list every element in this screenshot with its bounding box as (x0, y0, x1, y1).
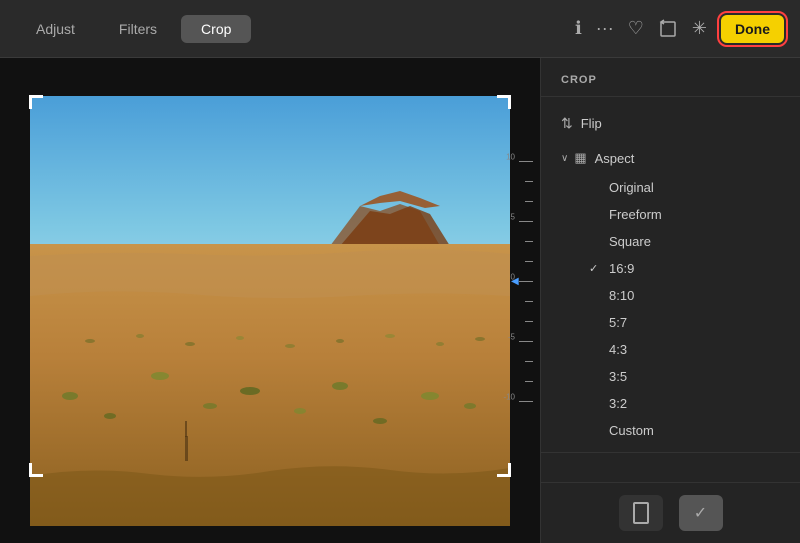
flip-label: Flip (581, 116, 602, 131)
aspect-4-3-label: 4:3 (609, 342, 627, 357)
image-canvas (30, 96, 510, 526)
tab-filters[interactable]: Filters (99, 15, 177, 43)
aspect-3-5-label: 3:5 (609, 369, 627, 384)
aspect-3-2-label: 3:2 (609, 396, 627, 411)
info-icon[interactable]: ℹ (575, 18, 582, 39)
ruler-tick: 5 (519, 221, 533, 222)
portrait-button[interactable] (619, 495, 663, 531)
aspect-label-text: Aspect (595, 151, 635, 166)
portrait-icon (633, 502, 649, 524)
ruler-label-10: 10 (506, 152, 515, 161)
aspect-option-3-2[interactable]: 3:2 (541, 390, 800, 417)
ruler-tick (525, 321, 533, 322)
done-button[interactable]: Done (721, 15, 784, 43)
crop-corner-tr[interactable] (497, 95, 511, 109)
ruler-label-n10: -10 (503, 392, 515, 401)
ruler-tick: 10 (519, 161, 533, 162)
heart-icon[interactable]: ♡ (628, 18, 644, 39)
ruler-label-5: 5 (511, 212, 515, 221)
toolbar-actions: ℹ ··· ♡ ✳ Done (575, 15, 784, 43)
ruler-tick (525, 361, 533, 362)
aspect-option-custom[interactable]: Custom (541, 417, 800, 444)
aspect-section: ∨ ▦ Aspect Original Freeform Square (541, 142, 800, 444)
panel-divider (541, 452, 800, 453)
tab-crop[interactable]: Crop (181, 15, 251, 43)
ruler-tick (525, 381, 533, 382)
rotation-ruler[interactable]: 10 5 0 ◀ -5 (510, 58, 540, 543)
right-panel: CROP ⇅ Flip ∨ ▦ Aspect Original (540, 58, 800, 543)
tab-group: Adjust Filters Crop (16, 15, 251, 43)
ruler-tick (525, 301, 533, 302)
aspect-option-8-10[interactable]: 8:10 (541, 282, 800, 309)
aspect-option-4-3[interactable]: 4:3 (541, 336, 800, 363)
flip-item[interactable]: ⇅ Flip (541, 107, 800, 140)
ruler-label-n5: -5 (508, 332, 515, 341)
ruler-tick (525, 181, 533, 182)
aspect-option-16-9[interactable]: ✓ 16:9 (541, 255, 800, 282)
ruler-tick (525, 241, 533, 242)
aspect-square-label: Square (609, 234, 651, 249)
aspect-toggle[interactable]: ∨ ▦ Aspect (541, 142, 800, 174)
ruler-tick: -10 (519, 401, 533, 402)
main-content: 10 5 0 ◀ -5 (0, 58, 800, 543)
desert-image (30, 96, 510, 526)
more-icon[interactable]: ··· (596, 18, 614, 39)
ruler-tick-zero: 0 ◀ (519, 281, 533, 282)
tab-adjust[interactable]: Adjust (16, 15, 95, 43)
panel-footer: ✓ (541, 482, 800, 543)
crop-corner-tl[interactable] (29, 95, 43, 109)
aspect-option-square[interactable]: Square (541, 228, 800, 255)
panel-content: ⇅ Flip ∨ ▦ Aspect Original Freeform (541, 97, 800, 482)
check-16-9: ✓ (589, 262, 609, 275)
panel-header: CROP (541, 58, 800, 97)
image-area[interactable]: 10 5 0 ◀ -5 (0, 58, 540, 543)
aspect-option-5-7[interactable]: 5:7 (541, 309, 800, 336)
toolbar: Adjust Filters Crop ℹ ··· ♡ ✳ Done (0, 0, 800, 58)
ruler-tick (525, 261, 533, 262)
aspect-freeform-label: Freeform (609, 207, 662, 222)
ruler-scale: 10 5 0 ◀ -5 (513, 151, 537, 451)
aspect-icon: ▦ (574, 150, 586, 166)
aspect-original-label: Original (609, 180, 654, 195)
chevron-icon: ∨ (561, 153, 568, 164)
crop-corner-br[interactable] (497, 463, 511, 477)
checkmark-icon: ✓ (694, 503, 707, 523)
aspect-option-3-5[interactable]: 3:5 (541, 363, 800, 390)
confirm-button[interactable]: ✓ (679, 495, 723, 531)
ruler-arrow: ◀ (511, 276, 519, 287)
aspect-custom-label: Custom (609, 423, 654, 438)
crop-rotate-icon[interactable] (658, 19, 678, 39)
aspect-16-9-label: 16:9 (609, 261, 634, 276)
aspect-option-original[interactable]: Original (541, 174, 800, 201)
sparkle-icon[interactable]: ✳ (692, 18, 707, 39)
flip-icon: ⇅ (561, 115, 573, 132)
aspect-8-10-label: 8:10 (609, 288, 634, 303)
crop-corner-bl[interactable] (29, 463, 43, 477)
aspect-option-freeform[interactable]: Freeform (541, 201, 800, 228)
aspect-5-7-label: 5:7 (609, 315, 627, 330)
ruler-tick: -5 (519, 341, 533, 342)
ruler-tick (525, 201, 533, 202)
